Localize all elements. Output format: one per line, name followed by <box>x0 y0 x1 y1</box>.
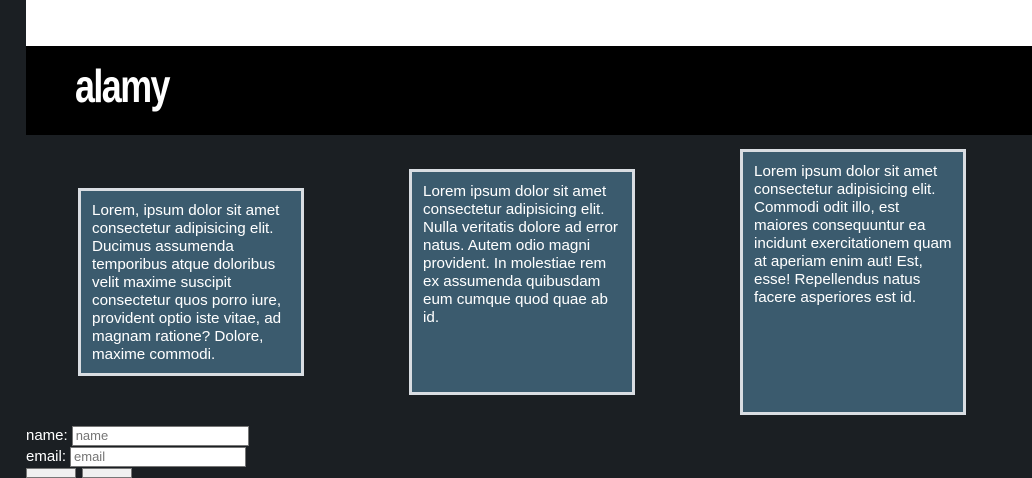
name-label: name: <box>26 427 68 444</box>
form-button-1[interactable] <box>26 468 76 478</box>
content-card-2: Lorem ipsum dolor sit amet consectetur a… <box>409 169 635 395</box>
alamy-logo[interactable]: alamy <box>75 58 171 114</box>
email-input[interactable] <box>70 446 247 467</box>
top-banner <box>26 0 1032 46</box>
left-margin <box>0 0 26 471</box>
card-2-text: Lorem ipsum dolor sit amet consectetur a… <box>423 183 618 326</box>
content-card-1: Lorem, ipsum dolor sit amet consectetur … <box>78 188 304 376</box>
card-1-text: Lorem, ipsum dolor sit amet consectetur … <box>92 202 282 363</box>
content-card-3: Lorem ipsum dolor sit amet consectetur a… <box>740 149 966 415</box>
site-header: alamy <box>26 46 1032 135</box>
email-row: email: <box>26 446 249 467</box>
email-label: email: <box>26 448 67 465</box>
form-buttons-row <box>26 468 249 478</box>
name-row: name: <box>26 425 249 446</box>
form-button-2[interactable] <box>82 468 132 478</box>
card-3-text: Lorem ipsum dolor sit amet consectetur a… <box>754 163 952 306</box>
contact-form: name: email: <box>26 425 249 478</box>
name-input[interactable] <box>71 425 249 446</box>
